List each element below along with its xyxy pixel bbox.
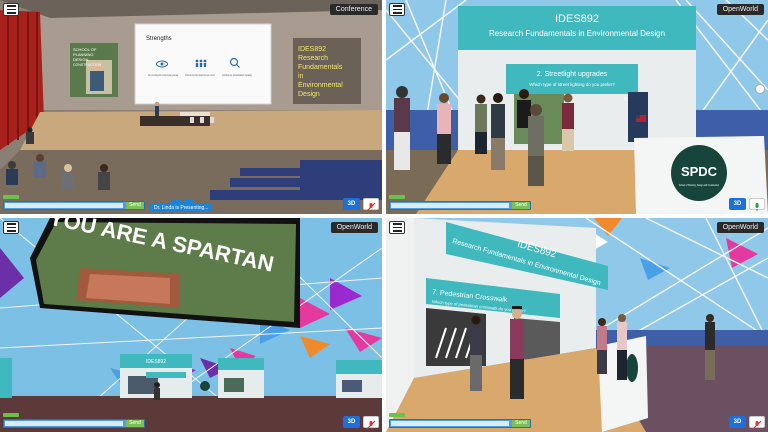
room-label: OpenWorld (716, 4, 764, 15)
menu-button[interactable] (389, 3, 405, 16)
mic-icon (755, 203, 759, 211)
view-3d-button[interactable]: 3D (343, 198, 360, 210)
panel-question: Which type of street lighting do you pre… (529, 82, 615, 87)
chat-input[interactable] (5, 203, 123, 208)
send-button[interactable]: Send (512, 420, 530, 427)
logo-text: SPDC (681, 164, 718, 179)
poster-line-4: CONSTRUCTION (73, 63, 102, 67)
logo-subtitle: School of Planning, Design and Construct… (679, 183, 719, 187)
mini-booth-left (0, 358, 12, 398)
spdc-logo: SPDC School of Planning, Design and Cons… (671, 145, 727, 201)
slide-item-1: Ability to look at slide graphics more d… (148, 73, 178, 77)
panel-title: 2. Streetlight upgrades (537, 71, 608, 78)
send-button[interactable]: Send (126, 420, 144, 427)
booth-streetlight-scene: IDES892 Research Fundamentals in Environ… (386, 0, 768, 214)
slide-item-3: Conference presentation capacity (222, 73, 253, 77)
mic-muted-icon (366, 202, 376, 212)
room-label: OpenWorld (330, 222, 378, 233)
poster-line-3: DESIGN (73, 57, 88, 62)
slide-item-2: All who are present have equal & fair ac… (185, 73, 215, 77)
mini-booth-3 (336, 360, 382, 398)
mic-muted-button[interactable] (749, 416, 765, 430)
mic-level-indicator (3, 195, 19, 199)
course-title-line-3: Fundamentals (298, 64, 343, 71)
booth-streetlight-view: IDES892 Research Fundamentals in Environ… (386, 0, 768, 214)
mic-level-indicator (3, 413, 19, 417)
menu-button[interactable] (3, 221, 19, 234)
course-title-line-5: Environmental (298, 82, 343, 89)
sign-code: IDES892 (555, 13, 599, 25)
mic-level-indicator (389, 195, 405, 199)
chat-input[interactable] (5, 421, 123, 426)
view-3d-button[interactable]: 3D (729, 416, 746, 428)
view-3d-button[interactable]: 3D (343, 416, 360, 428)
chat-bar: Send (3, 201, 145, 210)
send-button[interactable]: Send (126, 202, 144, 209)
panel-marker: 8. (624, 97, 628, 103)
spartan-scene: YOU ARE A SPARTAN IDES892 (0, 218, 382, 432)
presenter-avatar (154, 101, 160, 116)
sign-subtitle: Research Fundamentals in Environmental D… (489, 29, 665, 38)
mini-booth-code: IDES892 (146, 359, 166, 365)
mic-button[interactable] (749, 198, 765, 211)
booth-crosswalk-scene: IDES892 Research Fundamentals in Environ… (386, 218, 768, 432)
booth-crosswalk-view: IDES892 Research Fundamentals in Environ… (386, 218, 768, 432)
course-title-line-6: Design (298, 91, 320, 98)
menu-button[interactable] (3, 3, 19, 16)
mic-muted-button[interactable] (363, 416, 379, 430)
view-3d-button[interactable]: 3D (729, 198, 746, 210)
course-title-line-2: Research (298, 55, 328, 62)
people-icon (195, 59, 207, 67)
presenter-status: Dr. Linda is Presenting... (150, 204, 213, 212)
mini-booth-2 (218, 358, 264, 398)
mic-muted-icon (366, 420, 376, 430)
chat-bar: Send (389, 201, 531, 210)
chat-bar: Send (3, 419, 145, 428)
menu-button[interactable] (389, 221, 405, 234)
send-button[interactable]: Send (512, 202, 530, 209)
chat-input[interactable] (391, 203, 509, 208)
mic-level-indicator (389, 413, 405, 417)
chat-bar: Send (389, 419, 531, 428)
person-icon[interactable] (755, 84, 765, 94)
course-title-line-1: IDES892 (298, 46, 326, 53)
room-label: Conference (329, 4, 378, 15)
spdc-logo (626, 354, 638, 382)
conference-view: SCHOOL OF PLANNING DESIGN CONSTRUCTION S… (0, 0, 382, 214)
chat-input[interactable] (391, 421, 509, 426)
conference-scene: SCHOOL OF PLANNING DESIGN CONSTRUCTION S… (0, 0, 382, 214)
course-title-line-4: in (298, 73, 304, 80)
slide-title: Strengths (146, 36, 172, 42)
mic-muted-button[interactable] (363, 198, 379, 212)
presenter-controls (172, 194, 198, 207)
mic-muted-icon (752, 420, 762, 430)
spartan-view: YOU ARE A SPARTAN IDES892 OpenWorld Send… (0, 218, 382, 432)
room-label: OpenWorld (716, 222, 764, 233)
